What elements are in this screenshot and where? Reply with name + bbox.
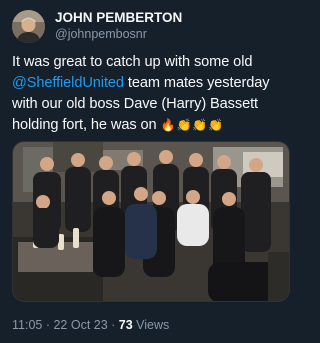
tweet-header: JOHN PEMBERTON @johnpembosnr: [12, 7, 288, 45]
tweet-date[interactable]: 22 Oct 23: [53, 318, 107, 332]
meta-separator: ·: [107, 318, 119, 332]
tweet-text-part: It was great to catch up with some old: [12, 54, 253, 70]
display-name[interactable]: JOHN PEMBERTON: [55, 10, 182, 26]
meta-separator: ·: [42, 318, 54, 332]
avatar-photo-icon: [12, 9, 45, 43]
user-handle[interactable]: @johnpembosnr: [55, 27, 182, 42]
views-count: 73: [118, 318, 133, 332]
tweet-text: It was great to catch up with some old @…: [12, 52, 292, 136]
group-photo-icon: [13, 142, 289, 301]
mention-link[interactable]: @SheffieldUnited: [12, 75, 124, 91]
views-label: Views: [132, 318, 170, 332]
emoji-reaction: 🔥👏👏👏: [160, 118, 225, 132]
tweet-photo[interactable]: [12, 141, 290, 302]
tweet-meta: 11:05 · 22 Oct 23 · 73 Views: [12, 318, 169, 332]
tweet-time[interactable]: 11:05: [12, 318, 42, 332]
avatar[interactable]: [12, 9, 45, 43]
